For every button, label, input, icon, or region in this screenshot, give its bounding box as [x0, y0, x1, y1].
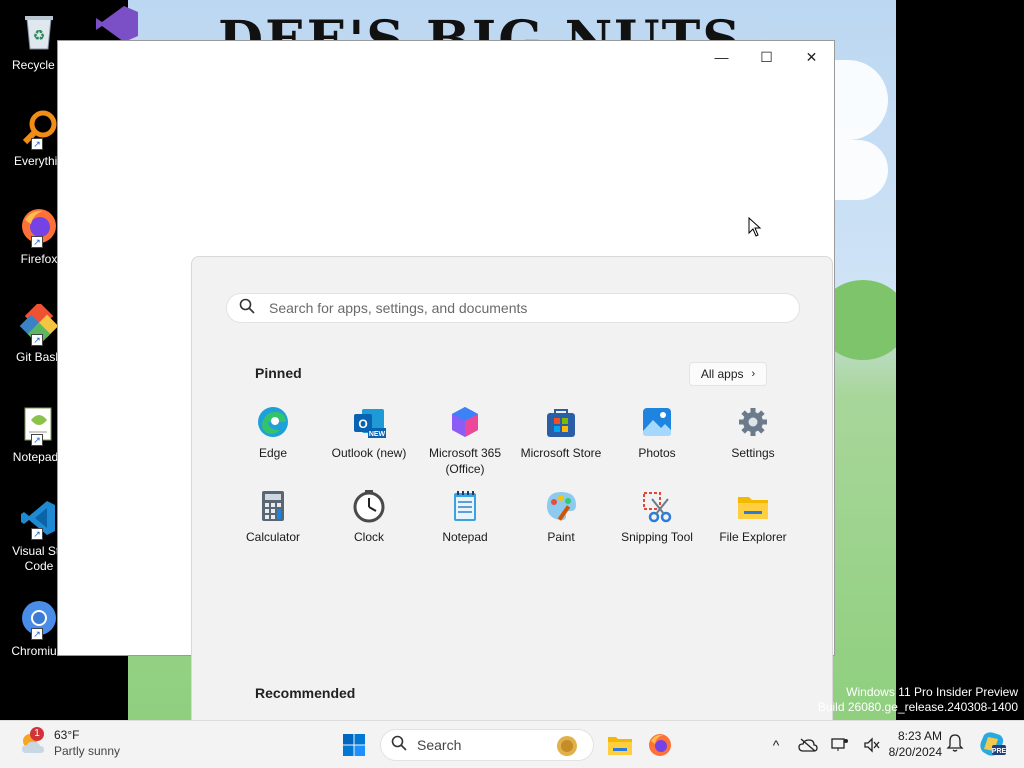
- clock-icon: [352, 489, 386, 523]
- taskbar-file-explorer[interactable]: [600, 725, 640, 765]
- file-explorer-icon: [736, 489, 770, 523]
- pinned-app-file-explorer[interactable]: File Explorer: [705, 489, 801, 573]
- copilot-icon[interactable]: PRE: [978, 731, 1007, 762]
- svg-text:♻: ♻: [33, 27, 46, 43]
- shortcut-arrow-icon: ↗: [31, 628, 43, 640]
- recycle-bin-icon: ♻: [17, 10, 61, 54]
- search-icon: [239, 298, 261, 319]
- vscode-icon: ↗: [17, 496, 61, 540]
- git-bash-icon: ↗: [17, 302, 61, 346]
- pinned-app-photos[interactable]: Photos: [609, 405, 705, 489]
- weather-widget[interactable]: 1 63°F Partly sunny: [18, 727, 120, 759]
- os-watermark: Windows 11 Pro Insider Preview Build 260…: [818, 685, 1018, 715]
- pinned-app-label: Paint: [547, 530, 575, 544]
- pinned-app-label: Notepad: [442, 530, 488, 544]
- shortcut-arrow-icon: ↗: [31, 138, 43, 150]
- shortcut-arrow-icon: ↗: [31, 334, 43, 346]
- search-icon: [391, 735, 407, 756]
- pinned-app-paint[interactable]: Paint: [513, 489, 609, 573]
- clock-time: 8:23 AM: [897, 729, 942, 743]
- start-button[interactable]: [334, 725, 374, 765]
- pinned-app-label: Microsoft 365 (Office): [428, 446, 502, 476]
- maximize-button[interactable]: ☐: [744, 41, 789, 73]
- pinned-heading: Pinned: [255, 365, 302, 381]
- pinned-app-label: Outlook (new): [331, 446, 407, 460]
- mouse-cursor-icon: [748, 216, 762, 242]
- start-search-box[interactable]: Search for apps, settings, and documents: [226, 293, 800, 323]
- pinned-app-calculator[interactable]: Calculator: [225, 489, 321, 573]
- desktop-background: [896, 0, 1024, 720]
- taskbar-search-label: Search: [417, 737, 462, 753]
- pinned-app-label: Edge: [258, 446, 288, 460]
- start-search-placeholder: Search for apps, settings, and documents: [269, 300, 528, 316]
- settings-gear-icon: [736, 405, 770, 439]
- onedrive-cloud-icon[interactable]: [792, 725, 824, 765]
- microsoft-store-icon: [544, 405, 578, 439]
- window-controls: — ☐ ✕: [699, 41, 834, 73]
- pinned-app-notepad[interactable]: Notepad: [417, 489, 513, 573]
- notepad-icon: [448, 489, 482, 523]
- pinned-app-snipping-tool[interactable]: Snipping Tool: [609, 489, 705, 573]
- pinned-app-label: Clock: [353, 530, 384, 544]
- firefox-icon: ↗: [17, 204, 61, 248]
- photos-icon: [640, 405, 674, 439]
- taskbar: 1 63°F Partly sunny Search ^ 8:23 AM 8/2…: [0, 720, 1024, 768]
- network-icon[interactable]: [824, 725, 856, 765]
- clock-date: 8/20/2024: [888, 745, 942, 759]
- pinned-app-label: Calculator: [245, 530, 301, 544]
- windows-logo-icon: [343, 734, 365, 756]
- chevron-right-icon: ›: [751, 368, 756, 380]
- snipping-tool-icon: [640, 489, 674, 523]
- system-tray: ^: [760, 725, 888, 765]
- weather-temperature: 63°F: [54, 728, 80, 742]
- search-highlight-icon: [555, 734, 579, 763]
- all-apps-label: All apps: [700, 367, 744, 381]
- firefox-icon: [649, 734, 671, 756]
- svg-text:O: O: [358, 417, 367, 431]
- file-explorer-icon: [608, 737, 632, 755]
- pinned-app-label: Photos: [638, 446, 676, 460]
- taskbar-search-box[interactable]: Search: [380, 729, 594, 761]
- microsoft-365-icon: [448, 405, 482, 439]
- pinned-app-clock[interactable]: Clock: [321, 489, 417, 573]
- svg-text:NEW: NEW: [369, 431, 386, 438]
- shortcut-arrow-icon: ↗: [31, 434, 43, 446]
- chromium-icon: ↗: [17, 596, 61, 640]
- watermark-line1: Windows 11 Pro Insider Preview: [846, 685, 1018, 699]
- pinned-app-label: Microsoft Store: [520, 446, 602, 460]
- taskbar-center: Search: [334, 725, 680, 765]
- pinned-app-edge[interactable]: Edge: [225, 405, 321, 489]
- outlook-icon: O NEW: [352, 405, 386, 439]
- pinned-app-label: Settings: [731, 446, 775, 460]
- taskbar-firefox[interactable]: [640, 725, 680, 765]
- chevron-up-icon[interactable]: ^: [760, 725, 792, 765]
- pinned-app-label: Snipping Tool: [621, 530, 693, 544]
- pinned-app-microsoft-store[interactable]: Microsoft Store: [513, 405, 609, 489]
- minimize-button[interactable]: —: [699, 41, 744, 73]
- taskbar-clock[interactable]: 8:23 AM 8/20/2024: [878, 728, 942, 760]
- pinned-app-settings[interactable]: Settings: [705, 405, 801, 489]
- pinned-app-label: File Explorer: [719, 530, 787, 544]
- shortcut-arrow-icon: ↗: [31, 528, 43, 540]
- start-menu: Search for apps, settings, and documents…: [191, 256, 833, 726]
- calculator-icon: [256, 489, 290, 523]
- close-button[interactable]: ✕: [789, 41, 834, 73]
- svg-text:PRE: PRE: [992, 748, 1006, 755]
- paint-icon: [544, 489, 578, 523]
- notepad-plus-plus-icon: ↗: [17, 402, 61, 446]
- shortcut-arrow-icon: ↗: [31, 236, 43, 248]
- pinned-app-microsoft-365[interactable]: Microsoft 365 (Office): [417, 405, 513, 489]
- watermark-line2: Build 26080.ge_release.240308-1400: [817, 700, 1018, 714]
- partly-sunny-icon: 1: [18, 727, 46, 757]
- recommended-heading: Recommended: [255, 685, 356, 701]
- all-apps-button[interactable]: All apps ›: [689, 362, 767, 386]
- edge-icon: [256, 405, 290, 439]
- pinned-app-outlook[interactable]: O NEW Outlook (new): [321, 405, 417, 489]
- notification-badge: 1: [30, 727, 44, 741]
- pinned-apps-grid: Edge O NEW Outlook (new) Microsoft 365 (O…: [225, 405, 801, 573]
- weather-description: Partly sunny: [54, 744, 121, 758]
- notification-bell-icon[interactable]: [946, 733, 964, 758]
- everything-search-icon: ↗: [17, 106, 61, 150]
